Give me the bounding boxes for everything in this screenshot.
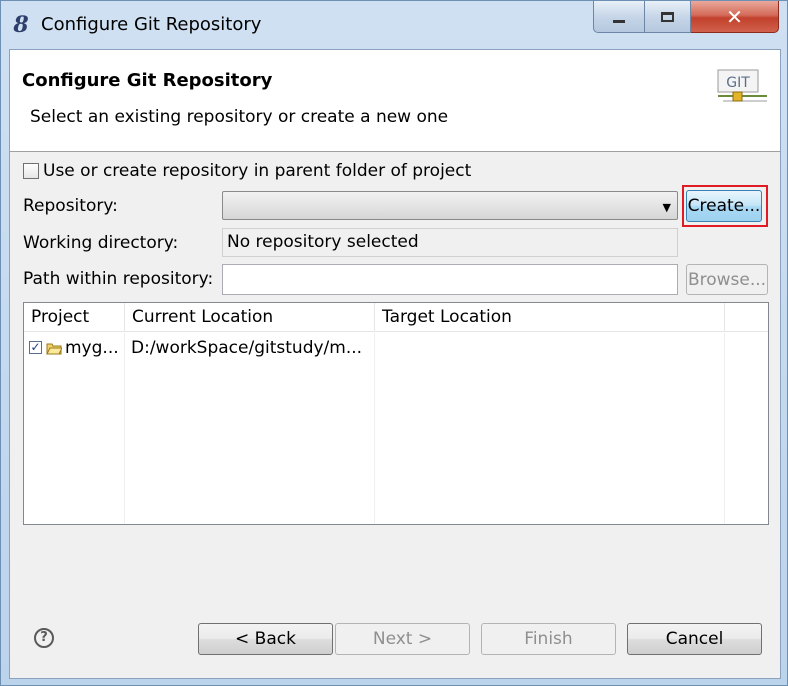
maximize-button[interactable]	[645, 1, 691, 33]
use-parent-folder-label[interactable]: Use or create repository in parent folde…	[43, 161, 471, 181]
configure-git-dialog: 8 Configure Git Repository ✕ Configure G…	[0, 0, 788, 686]
chevron-down-icon: ▼	[662, 201, 671, 214]
cell-current-location: D:/workSpace/gitstudy/m...	[131, 338, 363, 358]
dialog-client-area: Configure Git Repository Select an exist…	[9, 49, 781, 679]
repository-label: Repository:	[23, 196, 118, 216]
path-within-repository-input[interactable]	[222, 264, 678, 295]
wizard-header: Configure Git Repository Select an exist…	[10, 50, 780, 152]
cell-target-location	[381, 336, 721, 360]
app-icon: 8	[13, 12, 29, 38]
maximize-icon	[661, 11, 674, 22]
help-icon[interactable]: ?	[34, 628, 54, 648]
git-logo-text: GIT	[726, 75, 750, 91]
path-within-repository-label: Path within repository:	[23, 269, 214, 289]
row-checkbox[interactable]: ✓	[29, 341, 42, 354]
column-header-target-location[interactable]: Target Location	[375, 303, 725, 331]
repository-select[interactable]: ▼	[222, 191, 678, 220]
window-title: Configure Git Repository	[41, 14, 262, 35]
git-logo-icon: GIT	[717, 69, 767, 102]
create-button[interactable]: Create...	[686, 190, 762, 222]
project-folder-icon	[46, 343, 62, 355]
cell-project: myg...	[65, 338, 119, 358]
caption-buttons: ✕	[593, 1, 779, 35]
use-parent-folder-checkbox[interactable]	[23, 163, 39, 179]
title-bar[interactable]: 8 Configure Git Repository ✕	[1, 1, 787, 49]
browse-button[interactable]: Browse...	[686, 264, 768, 295]
page-title: Configure Git Repository	[22, 70, 273, 91]
cancel-button[interactable]: Cancel	[627, 623, 762, 655]
column-header-current-location[interactable]: Current Location	[125, 303, 375, 331]
next-button[interactable]: Next >	[335, 623, 470, 655]
project-table: Project Current Location Target Location…	[23, 302, 769, 525]
table-header: Project Current Location Target Location	[24, 303, 768, 332]
minimize-icon	[613, 20, 625, 23]
close-icon: ✕	[726, 4, 743, 29]
minimize-button[interactable]	[593, 1, 645, 33]
close-button[interactable]: ✕	[691, 1, 779, 33]
table-row[interactable]: ✓ myg... D:/workSpace/gitstudy/m...	[24, 336, 768, 360]
finish-button[interactable]: Finish	[481, 623, 616, 655]
working-directory-label: Working directory:	[23, 233, 179, 253]
back-button[interactable]: < Back	[198, 623, 333, 655]
working-directory-value: No repository selected	[222, 228, 678, 257]
page-description: Select an existing repository or create …	[30, 107, 449, 127]
column-header-project[interactable]: Project	[24, 303, 125, 331]
